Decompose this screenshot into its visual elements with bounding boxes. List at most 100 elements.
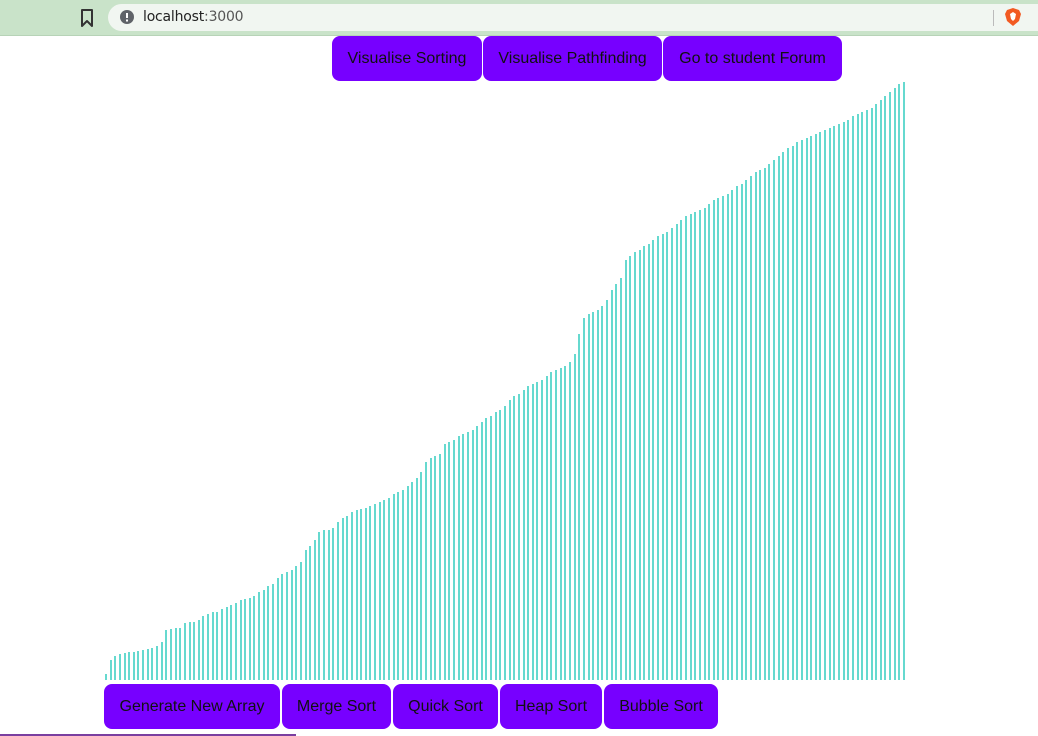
- array-bars: [0, 0, 1038, 736]
- array-bar: [313, 540, 316, 680]
- array-bar: [893, 88, 896, 680]
- array-bar: [680, 220, 683, 680]
- array-bar: [295, 566, 298, 680]
- array-bar: [865, 110, 868, 680]
- array-bar: [318, 532, 321, 680]
- array-bar: [610, 290, 613, 680]
- array-bar: [193, 622, 196, 680]
- array-bar: [773, 160, 776, 680]
- array-bar: [601, 306, 604, 680]
- array-bar: [160, 642, 163, 680]
- array-bar: [684, 216, 687, 680]
- array-bar: [615, 284, 618, 680]
- array-bar: [285, 572, 288, 680]
- array-bar: [346, 516, 349, 680]
- array-bar: [281, 574, 284, 680]
- array-bar: [174, 628, 177, 680]
- array-bar: [777, 156, 780, 680]
- array-bar: [703, 208, 706, 680]
- array-bar: [276, 578, 279, 680]
- array-bar: [619, 278, 622, 680]
- array-bar: [805, 138, 808, 680]
- array-bar: [782, 152, 785, 680]
- array-bar: [633, 252, 636, 680]
- array-bar: [698, 210, 701, 680]
- array-bar: [480, 422, 483, 680]
- array-bar: [392, 494, 395, 680]
- array-bar: [504, 406, 506, 680]
- array-bar: [165, 630, 168, 680]
- array-bar: [332, 528, 335, 680]
- array-bar: [234, 603, 237, 680]
- array-bar: [759, 170, 762, 680]
- array-bar: [856, 114, 859, 680]
- generate-new-array-button[interactable]: Generate New Array: [104, 684, 280, 729]
- array-bar: [592, 312, 595, 680]
- array-bar: [128, 652, 131, 680]
- array-bar: [513, 396, 516, 680]
- array-bar: [142, 650, 145, 680]
- bubble-sort-button[interactable]: Bubble Sort: [604, 684, 718, 729]
- array-bar: [476, 426, 479, 680]
- array-bar: [522, 390, 525, 680]
- array-bar: [879, 100, 882, 680]
- array-bar: [179, 628, 182, 680]
- array-bar: [323, 530, 326, 680]
- array-bar: [800, 140, 803, 680]
- array-bar: [207, 614, 210, 680]
- array-bar: [258, 592, 261, 680]
- array-bar: [643, 246, 646, 680]
- array-bar: [722, 196, 725, 680]
- array-bar: [183, 623, 186, 680]
- quick-sort-button[interactable]: Quick Sort: [393, 684, 498, 729]
- array-bar: [796, 142, 799, 680]
- array-bar: [861, 112, 864, 680]
- heap-sort-button[interactable]: Heap Sort: [500, 684, 602, 729]
- array-bar: [253, 596, 256, 680]
- array-bar: [439, 454, 442, 680]
- array-bar: [341, 518, 344, 680]
- array-bar: [420, 472, 423, 680]
- array-bar: [411, 482, 414, 680]
- array-bar: [369, 506, 372, 680]
- array-bar: [596, 310, 599, 680]
- array-bar: [768, 164, 771, 680]
- array-bar: [220, 609, 223, 680]
- array-bar: [267, 586, 270, 680]
- array-bar: [624, 260, 627, 680]
- array-bar: [666, 232, 669, 680]
- array-bar: [304, 550, 307, 680]
- array-bar: [531, 384, 534, 680]
- merge-sort-button[interactable]: Merge Sort: [282, 684, 391, 729]
- array-bar: [903, 82, 905, 680]
- array-bar: [847, 120, 850, 680]
- array-bar: [244, 599, 247, 680]
- array-bar: [490, 416, 493, 680]
- array-bar: [156, 646, 159, 680]
- array-bar: [429, 458, 432, 680]
- array-bar: [230, 605, 233, 680]
- array-bar: [889, 92, 892, 680]
- array-bar: [735, 186, 738, 680]
- array-bar: [197, 620, 200, 680]
- array-bar: [309, 546, 312, 680]
- array-bar: [647, 244, 650, 680]
- array-bar: [105, 674, 107, 680]
- array-bar: [406, 486, 409, 680]
- array-bar: [109, 660, 112, 680]
- array-bar: [587, 314, 590, 680]
- array-bar: [884, 96, 887, 680]
- array-bar: [239, 600, 242, 680]
- array-bar: [694, 212, 697, 680]
- array-bar: [499, 410, 502, 680]
- array-bar: [568, 362, 571, 680]
- array-bar: [712, 200, 715, 680]
- array-bar: [434, 456, 437, 680]
- array-bar: [225, 607, 228, 680]
- array-bar: [272, 584, 275, 680]
- array-bar: [814, 134, 817, 680]
- array-bar: [443, 444, 446, 680]
- array-bar: [378, 502, 381, 680]
- array-bar: [216, 612, 219, 680]
- array-bar: [137, 651, 140, 680]
